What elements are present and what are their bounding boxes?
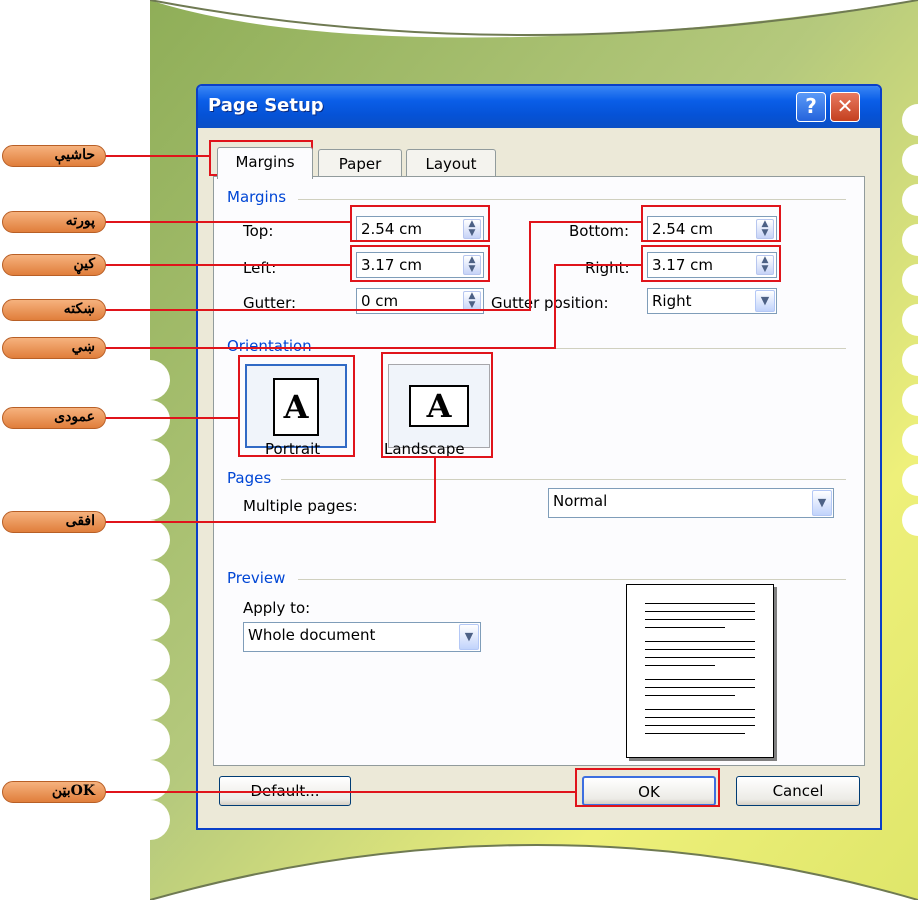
callout-connectors (105, 155, 641, 793)
callout-portrait: عمودی (2, 407, 106, 429)
callout-top: پورته (2, 211, 106, 233)
callout-portrait-text: عمودی (54, 409, 95, 425)
callout-bottom-text: ښکته (63, 301, 95, 317)
callout-ok: OKبټن (2, 781, 106, 803)
callout-right-text: ښي (71, 339, 95, 355)
callout-bottom: ښکته (2, 299, 106, 321)
callout-margins-tab: حاشيې (2, 145, 106, 167)
callout-top-text: پورته (65, 213, 95, 229)
tab-margins-label: Margins (235, 153, 295, 171)
callout-ok-text: OKبټن (51, 783, 95, 799)
callout-left: کيڼ (2, 254, 106, 276)
tab-margins[interactable]: Margins (217, 147, 313, 179)
callout-landscape-text: افقی (65, 513, 95, 529)
callout-right: ښي (2, 337, 106, 359)
callout-left-text: کيڼ (73, 256, 95, 272)
callout-margins-tab-text: حاشيې (54, 147, 95, 163)
callout-landscape: افقی (2, 511, 106, 533)
